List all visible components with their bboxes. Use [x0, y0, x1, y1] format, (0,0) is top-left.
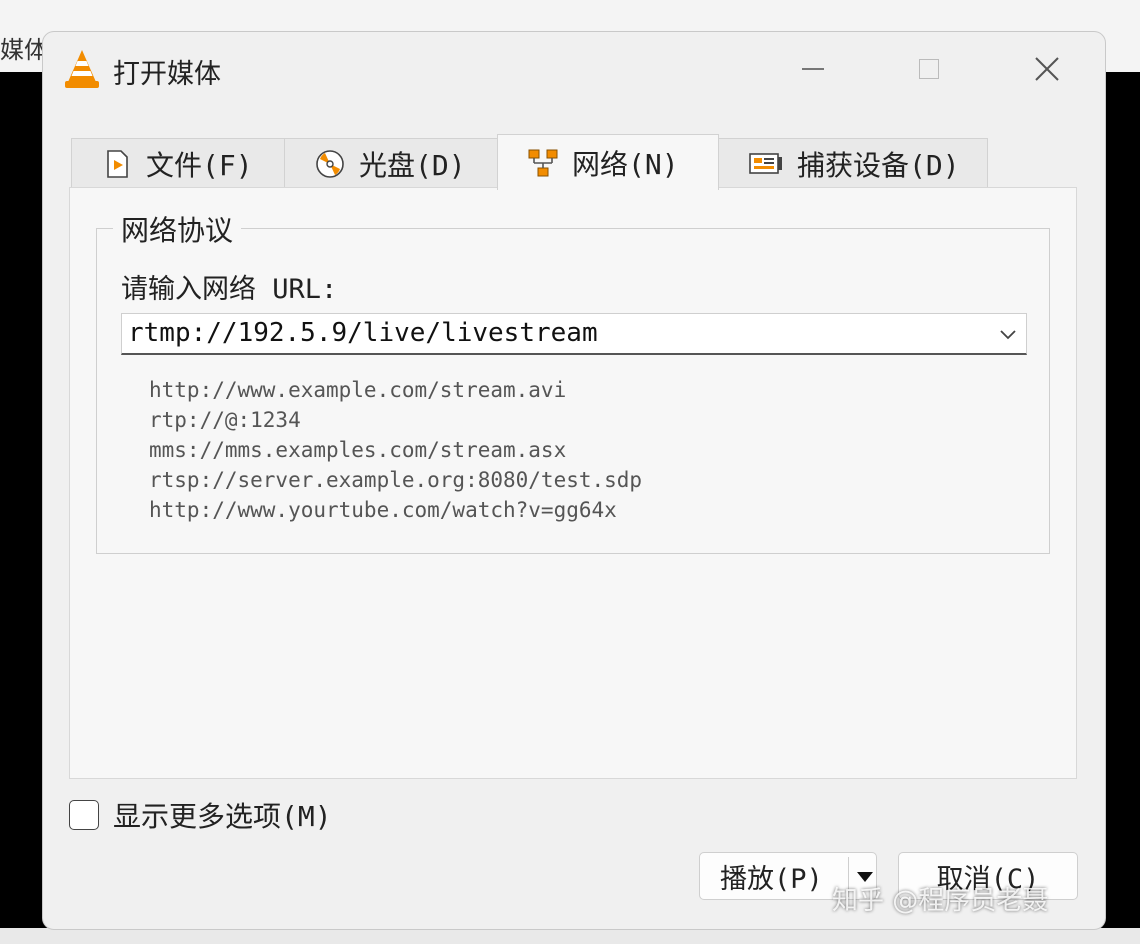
- title-bar[interactable]: 打开媒体: [43, 32, 1105, 104]
- network-icon: [528, 149, 558, 176]
- network-protocol-group: 网络协议 请输入网络 URL: http://www.example.com/s…: [96, 209, 1050, 554]
- network-protocol-group-title: 网络协议: [113, 209, 242, 249]
- tab-disc-label: 光盘(D): [359, 148, 466, 182]
- url-examples: http://www.example.com/stream.avi rtp://…: [149, 375, 642, 525]
- watermark: 知乎 @程序员老聂: [832, 886, 1049, 916]
- maximize-icon: [919, 59, 939, 79]
- url-example: rtp://@:1234: [149, 408, 301, 432]
- disc-icon: [316, 149, 344, 178]
- show-more-options[interactable]: 显示更多选项(M): [69, 798, 332, 833]
- vlc-cone-icon: [65, 50, 99, 88]
- tab-capture-device-label: 捕获设备(D): [797, 148, 960, 182]
- show-more-options-checkbox[interactable]: [69, 800, 99, 830]
- minimize-button[interactable]: [783, 52, 843, 86]
- url-example: rtsp://server.example.org:8080/test.sdp: [149, 468, 643, 492]
- background-bottom-bar: [0, 928, 1140, 944]
- maximize-button[interactable]: [899, 52, 959, 86]
- network-url-label: 请输入网络 URL:: [121, 274, 338, 305]
- close-button[interactable]: [1017, 52, 1077, 86]
- file-play-icon: [107, 149, 128, 178]
- minimize-icon: [802, 68, 824, 70]
- show-more-options-label: 显示更多选项(M): [113, 800, 332, 833]
- tab-capture-device[interactable]: 捕获设备(D): [718, 138, 988, 188]
- tab-file[interactable]: 文件(F): [71, 138, 285, 188]
- tab-network-label: 网络(N): [572, 147, 679, 181]
- url-example: mms://mms.examples.com/stream.asx: [149, 438, 567, 462]
- tab-bar: 文件(F) 光盘(D) 网络(N) 捕获设备(D): [71, 134, 1081, 190]
- url-example: http://www.example.com/stream.avi: [149, 378, 567, 402]
- chevron-down-icon[interactable]: [998, 324, 1018, 344]
- open-media-dialog: 打开媒体 文件(F) 光盘(D) 网络(N) 捕获设备(D) 网络协议 请输入网…: [42, 31, 1106, 930]
- network-tab-panel: 网络协议 请输入网络 URL: http://www.example.com/s…: [69, 187, 1077, 779]
- network-url-input[interactable]: [128, 314, 988, 352]
- close-icon: [1035, 57, 1059, 81]
- window-title: 打开媒体: [113, 59, 221, 90]
- tab-file-label: 文件(F): [146, 148, 253, 182]
- url-example: http://www.yourtube.com/watch?v=gg64x: [149, 498, 617, 522]
- capture-card-icon: [749, 152, 782, 174]
- background-window-text: 媒体: [0, 36, 48, 64]
- tab-disc[interactable]: 光盘(D): [284, 138, 498, 188]
- tab-network[interactable]: 网络(N): [497, 134, 719, 190]
- network-url-combobox[interactable]: [121, 313, 1027, 355]
